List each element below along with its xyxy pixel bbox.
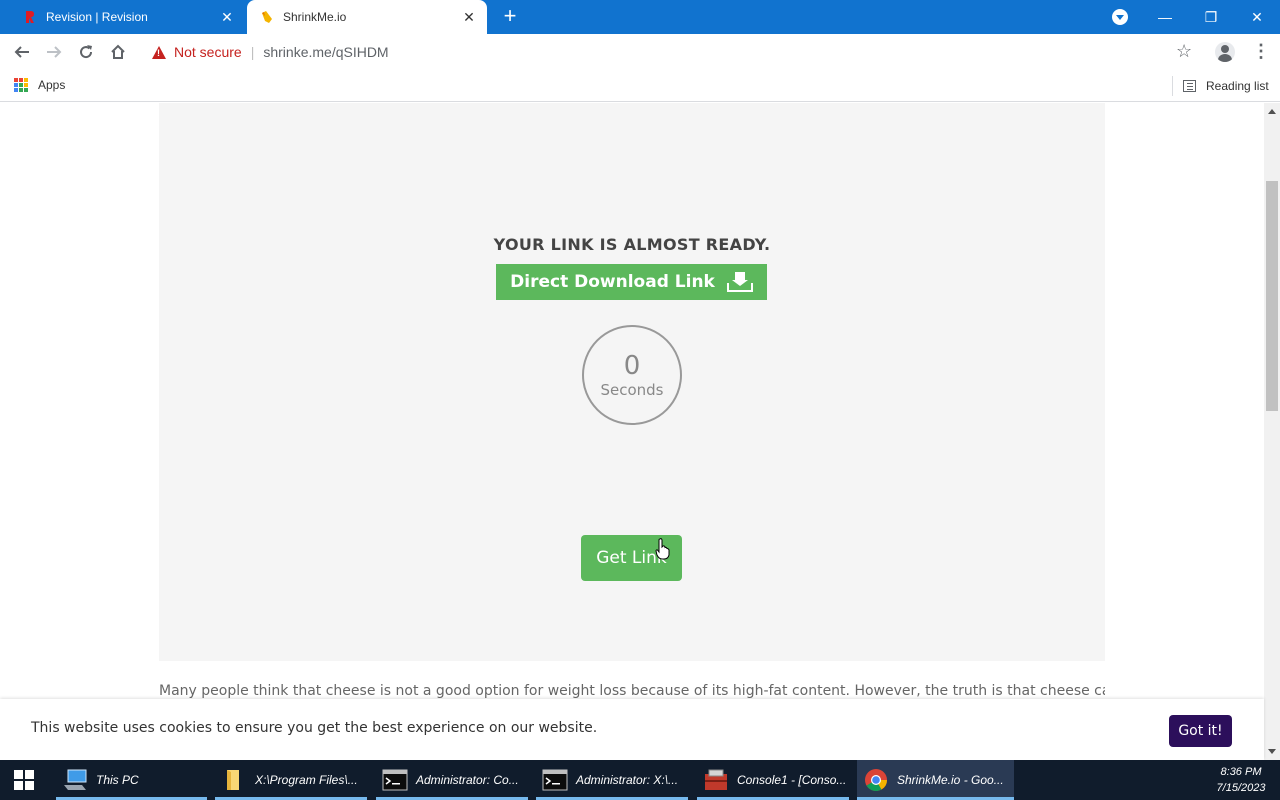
article-text: Many people think that cheese is not a g… bbox=[159, 683, 1105, 699]
close-tab-icon[interactable]: ✕ bbox=[215, 9, 239, 26]
profile-avatar-icon[interactable] bbox=[1215, 42, 1235, 62]
revision-favicon-icon bbox=[22, 9, 38, 25]
tab-title: Revision | Revision bbox=[46, 10, 148, 24]
kebab-menu-icon[interactable]: ⋮ bbox=[1252, 42, 1270, 62]
computer-icon bbox=[64, 769, 87, 790]
taskbar-item-label: This PC bbox=[96, 773, 139, 787]
taskbar-item-label: Console1 - [Conso... bbox=[737, 773, 847, 787]
chrome-icon bbox=[865, 769, 887, 791]
page-scrollbar[interactable] bbox=[1264, 103, 1280, 760]
folder-icon bbox=[227, 770, 239, 790]
system-clock[interactable]: 8:36 PM 7/15/2023 bbox=[1208, 764, 1274, 796]
countdown-value: 0 bbox=[623, 351, 641, 381]
link-panel: YOUR LINK IS ALMOST READY. Direct Downlo… bbox=[159, 103, 1105, 661]
tab-shrinkme[interactable]: ShrinkMe.io ✕ bbox=[247, 0, 487, 34]
reading-list-icon bbox=[1183, 80, 1196, 92]
taskbar-item-cmd-2[interactable]: Administrator: X:\... bbox=[536, 760, 688, 800]
tab-title: ShrinkMe.io bbox=[283, 10, 347, 24]
taskbar-item-label: Administrator: Co... bbox=[416, 773, 519, 787]
apps-label: Apps bbox=[38, 78, 66, 92]
cookie-text: This website uses cookies to ensure you … bbox=[31, 720, 598, 736]
new-tab-icon[interactable]: + bbox=[499, 5, 521, 28]
page-headline: YOUR LINK IS ALMOST READY. bbox=[493, 235, 771, 254]
apps-shortcut[interactable]: Apps bbox=[14, 78, 65, 92]
taskbar-item-chrome[interactable]: ShrinkMe.io - Goo... bbox=[857, 760, 1014, 800]
restore-icon[interactable]: ❐ bbox=[1188, 0, 1234, 34]
reading-list-button[interactable]: Reading list bbox=[1172, 76, 1269, 96]
download-icon bbox=[726, 272, 753, 292]
warning-icon bbox=[152, 45, 166, 59]
page-viewport: YOUR LINK IS ALMOST READY. Direct Downlo… bbox=[0, 103, 1264, 760]
cookie-banner: This website uses cookies to ensure you … bbox=[0, 699, 1264, 760]
tab-search-icon[interactable] bbox=[1112, 9, 1128, 25]
windows-taskbar: This PC X:\Program Files\... Administrat… bbox=[0, 760, 1280, 800]
taskbar-item-label: ShrinkMe.io - Goo... bbox=[897, 773, 1004, 787]
close-tab-icon[interactable]: ✕ bbox=[457, 9, 481, 26]
start-button[interactable] bbox=[0, 760, 48, 800]
cmd-icon bbox=[542, 769, 568, 791]
window-controls: — ❐ ✕ bbox=[1142, 0, 1280, 34]
browser-toolbar: Not secure | shrinke.me/qSIHDM ☆ ⋮ bbox=[0, 34, 1280, 70]
hand-cursor-icon bbox=[655, 538, 670, 560]
security-status[interactable]: Not secure bbox=[174, 44, 242, 60]
shrinkme-favicon-icon bbox=[259, 9, 275, 25]
taskbar-item-cmd-1[interactable]: Administrator: Co... bbox=[376, 760, 528, 800]
address-bar[interactable]: Not secure | shrinke.me/qSIHDM bbox=[140, 38, 1210, 66]
taskbar-item-label: X:\Program Files\... bbox=[255, 773, 358, 787]
tab-revision[interactable]: Revision | Revision ✕ bbox=[10, 0, 245, 34]
back-icon[interactable] bbox=[10, 40, 34, 64]
bookmarks-bar: Apps Reading list bbox=[0, 70, 1280, 102]
taskbar-item-this-pc[interactable]: This PC bbox=[56, 760, 207, 800]
got-it-button[interactable]: Got it! bbox=[1169, 715, 1232, 747]
divider: | bbox=[250, 44, 255, 60]
scroll-thumb[interactable] bbox=[1266, 181, 1278, 411]
scroll-down-icon[interactable] bbox=[1268, 749, 1276, 754]
browser-tab-strip: Revision | Revision ✕ ShrinkMe.io ✕ + — … bbox=[0, 0, 1280, 34]
taskbar-item-label: Administrator: X:\... bbox=[576, 773, 679, 787]
reading-list-label: Reading list bbox=[1206, 79, 1269, 93]
taskbar-item-console[interactable]: Console1 - [Conso... bbox=[697, 760, 849, 800]
forward-icon[interactable] bbox=[42, 40, 66, 64]
countdown-unit: Seconds bbox=[600, 381, 664, 399]
clock-time: 8:36 PM bbox=[1220, 766, 1262, 778]
scroll-up-icon[interactable] bbox=[1268, 109, 1276, 114]
taskbar-item-explorer[interactable]: X:\Program Files\... bbox=[215, 760, 367, 800]
direct-download-label: Direct Download Link bbox=[510, 272, 715, 292]
cmd-icon bbox=[382, 769, 408, 791]
url-text[interactable]: shrinke.me/qSIHDM bbox=[263, 44, 388, 60]
direct-download-button[interactable]: Direct Download Link bbox=[496, 264, 767, 300]
apps-grid-icon bbox=[14, 78, 28, 92]
clock-date: 7/15/2023 bbox=[1216, 782, 1266, 794]
windows-logo-icon bbox=[14, 770, 34, 790]
home-icon[interactable] bbox=[106, 40, 130, 64]
reload-icon[interactable] bbox=[74, 40, 98, 64]
close-window-icon[interactable]: ✕ bbox=[1234, 0, 1280, 34]
minimize-icon[interactable]: — bbox=[1142, 0, 1188, 34]
bookmark-star-icon[interactable]: ☆ bbox=[1176, 41, 1192, 62]
countdown-timer: 0 Seconds bbox=[582, 325, 682, 425]
mmc-icon bbox=[705, 769, 727, 790]
